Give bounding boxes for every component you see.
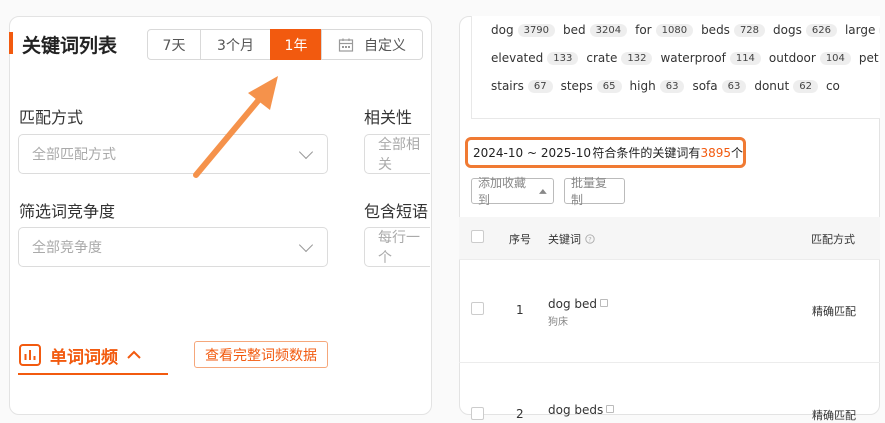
- chip-row: elevated 133 crate 132 waterproof 114 outdo…: [491, 51, 879, 65]
- view-full-frequency-button[interactable]: 查看完整词频数据: [194, 341, 328, 368]
- match-type-select[interactable]: 全部匹配方式: [18, 134, 328, 174]
- column-index: 序号: [509, 233, 531, 246]
- word-frequency-tab[interactable]: 单词词频: [18, 337, 142, 373]
- word-chip[interactable]: donut 62: [754, 79, 818, 93]
- calendar-icon: [338, 38, 354, 52]
- select-all-checkbox[interactable]: [471, 230, 484, 243]
- word-frequency-label: 单词词频: [50, 347, 118, 368]
- row-translation: 狗床: [548, 317, 568, 328]
- word-chip[interactable]: crate 132: [586, 51, 653, 65]
- word-chip[interactable]: beds 728: [701, 23, 766, 37]
- competition-label: 筛选词竞争度: [19, 202, 116, 221]
- add-to-favorites-button[interactable]: 添加收藏到: [471, 176, 554, 207]
- result-suffix: 个: [730, 146, 743, 160]
- copy-icon[interactable]: [606, 405, 615, 413]
- column-keyword: 关键词 ?: [548, 231, 595, 247]
- word-chip[interactable]: dog 3790: [491, 23, 556, 37]
- row-divider: [459, 362, 880, 363]
- word-chip[interactable]: sofa 63: [692, 79, 747, 93]
- word-chip-cloud: dog 3790 bed 3204 for 1080 beds 728 dogs 626 …: [471, 16, 880, 119]
- chip-row: stairs 67 steps 65 high 63 sofa 63 donut 62 c…: [491, 79, 840, 93]
- phrase-label: 包含短语: [364, 202, 429, 221]
- chevron-up-icon: [127, 350, 141, 359]
- row-index: 1: [516, 303, 524, 317]
- date-range: 2024-10 ~ 2025-10: [473, 145, 591, 160]
- match-type-value: 全部匹配方式: [32, 147, 116, 163]
- row-checkbox[interactable]: [471, 407, 484, 420]
- tab-3-months[interactable]: 3个月: [200, 29, 271, 60]
- tab-custom[interactable]: 自定义: [321, 29, 423, 60]
- row-keyword[interactable]: dog bed: [548, 297, 609, 311]
- tab-1-year[interactable]: 1年: [270, 29, 322, 60]
- row-checkbox[interactable]: [471, 302, 484, 315]
- table-header: 序号 关键词 ? 匹配方式: [459, 217, 880, 259]
- result-summary-highlight: 2024-10 ~ 2025-10 符合条件的关键词有 3895 个: [465, 137, 746, 168]
- row-divider: [459, 259, 880, 260]
- word-chip[interactable]: pet: [859, 51, 879, 65]
- copy-icon[interactable]: [600, 299, 609, 307]
- chip-row: dog 3790 bed 3204 for 1080 beds 728 dogs 626 …: [491, 23, 880, 37]
- relevance-value: 全部相关: [378, 137, 420, 173]
- match-type-label: 匹配方式: [19, 108, 84, 127]
- chevron-down-icon: [298, 237, 314, 253]
- caret-up-icon: [539, 189, 547, 194]
- phrase-input[interactable]: 每行一个: [364, 227, 430, 267]
- relevance-label: 相关性: [364, 108, 413, 127]
- bar-chart-icon: [19, 344, 41, 366]
- word-chip[interactable]: steps 65: [561, 79, 622, 93]
- word-chip[interactable]: large6: [845, 23, 880, 37]
- chevron-down-icon: [298, 144, 314, 160]
- row-match-type: 精确匹配: [812, 305, 856, 318]
- svg-text:?: ?: [588, 235, 591, 243]
- word-chip[interactable]: for 1080: [635, 23, 694, 37]
- help-icon[interactable]: ?: [584, 234, 595, 244]
- word-chip[interactable]: dogs 626: [773, 23, 837, 37]
- tab-custom-label: 自定义: [364, 37, 406, 54]
- word-chip[interactable]: bed 3204: [563, 23, 628, 37]
- column-match-type: 匹配方式: [811, 233, 855, 246]
- result-prefix: 符合条件的关键词有: [592, 146, 701, 160]
- word-chip[interactable]: co: [826, 79, 840, 93]
- word-chip[interactable]: waterproof 114: [660, 51, 761, 65]
- row-index: 2: [516, 407, 524, 421]
- competition-value: 全部竞争度: [32, 240, 102, 256]
- panel-title: 关键词列表: [22, 35, 118, 57]
- word-chip[interactable]: stairs 67: [491, 79, 553, 93]
- row-keyword[interactable]: dog beds: [548, 403, 615, 417]
- word-chip[interactable]: outdoor 104: [769, 51, 851, 65]
- phrase-placeholder: 每行一个: [378, 230, 420, 266]
- tab-7-days[interactable]: 7天: [147, 29, 201, 60]
- result-count: 3895: [700, 145, 731, 160]
- batch-copy-button[interactable]: 批量复制: [564, 176, 625, 207]
- relevance-select[interactable]: 全部相关: [364, 134, 430, 174]
- active-tab-underline: [18, 373, 168, 375]
- word-chip[interactable]: high 63: [630, 79, 685, 93]
- row-match-type: 精确匹配: [812, 409, 856, 422]
- word-chip[interactable]: elevated 133: [491, 51, 579, 65]
- title-accent-bar: [9, 32, 13, 54]
- competition-select[interactable]: 全部竞争度: [18, 227, 328, 267]
